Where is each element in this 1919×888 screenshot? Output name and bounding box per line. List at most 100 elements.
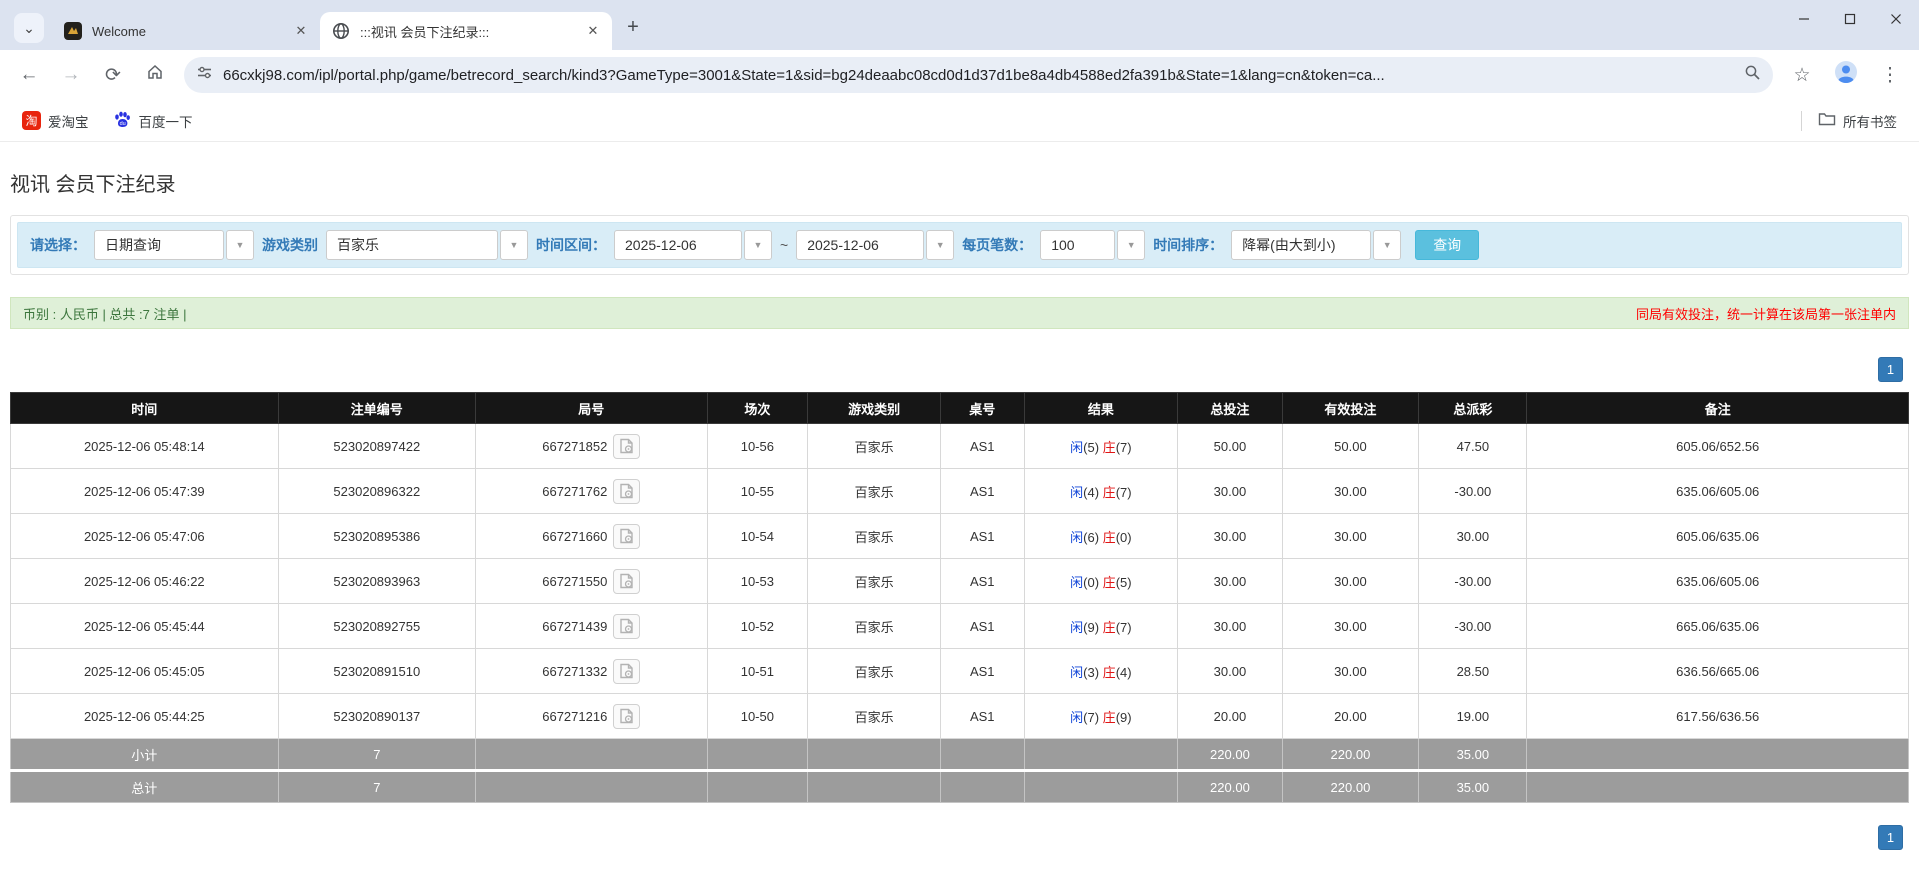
page-1-button[interactable]: 1 [1878, 357, 1903, 382]
date-to-value: 2025-12-06 [796, 230, 925, 260]
tab-welcome[interactable]: Welcome ✕ [52, 12, 320, 50]
bet-number: 523020892755 [277, 603, 477, 649]
tab-betrecord[interactable]: :::视讯 会员下注纪录::: ✕ [320, 12, 612, 50]
url-bar[interactable]: 66cxkj98.com/ipl/portal.php/game/betreco… [184, 57, 1773, 93]
bookmark-taobao[interactable]: 淘 爱淘宝 [14, 107, 97, 135]
round-cell: 667271332 [475, 648, 708, 694]
result-cell: 闲(0) 庄(5) [1023, 558, 1179, 604]
per-page-select[interactable]: 100 ▼ [1040, 230, 1146, 260]
remark: 665.06/635.06 [1526, 603, 1909, 649]
table-number: AS1 [940, 648, 1025, 694]
total-bet-link[interactable]: 30.00 [1177, 558, 1283, 604]
browser-tab-strip: ⌄ Welcome ✕ :::视讯 会员下注纪录::: ✕ + [0, 0, 1919, 50]
profile-avatar[interactable] [1827, 56, 1865, 94]
window-controls [1781, 0, 1919, 38]
round-number: 667271852 [542, 438, 608, 454]
browser-toolbar: ← → ⟳ 66cxkj98.com/ipl/portal.php/game/b… [0, 50, 1919, 100]
footer-total-bet: 220.00 [1177, 738, 1283, 771]
video-replay-button[interactable] [613, 703, 641, 729]
tab-search-chevron-icon[interactable]: ⌄ [14, 13, 44, 43]
game-type: 百家乐 [807, 513, 941, 559]
footer-empty [807, 738, 941, 771]
chevron-down-icon[interactable]: ▼ [1373, 230, 1402, 260]
bet-number: 523020897422 [277, 423, 477, 469]
result-cell: 闲(3) 庄(4) [1023, 648, 1179, 694]
player-result: 闲 [1070, 574, 1084, 590]
footer-empty [940, 738, 1025, 771]
page-content: 视讯 会员下注纪录 请选择： 日期查询 ▼ 游戏类别 百家乐 ▼ 时间区间： 2… [0, 168, 1919, 850]
video-replay-button[interactable] [613, 478, 641, 504]
payout: -30.00 [1418, 603, 1528, 649]
video-replay-icon [620, 573, 634, 589]
total-bet-link[interactable]: 20.00 [1177, 693, 1283, 739]
minimize-icon[interactable] [1781, 0, 1827, 38]
footer-empty [1023, 769, 1179, 803]
video-replay-button[interactable] [613, 523, 641, 549]
banker-result: 庄 [1102, 439, 1116, 455]
window-close-icon[interactable] [1873, 0, 1919, 38]
round-cell: 667271216 [475, 693, 708, 739]
video-replay-button[interactable] [613, 658, 641, 684]
forward-icon[interactable]: → [52, 56, 90, 94]
back-icon[interactable]: ← [10, 56, 48, 94]
session-number: 10-56 [706, 423, 809, 469]
bet-time: 2025-12-06 05:46:22 [10, 558, 279, 604]
footer-valid-bet: 220.00 [1281, 738, 1420, 771]
video-replay-button[interactable] [613, 613, 641, 639]
result-cell: 闲(9) 庄(7) [1023, 603, 1179, 649]
total-bet-link[interactable]: 50.00 [1177, 423, 1283, 469]
session-number: 10-53 [706, 558, 809, 604]
total-bet-link[interactable]: 30.00 [1177, 513, 1283, 559]
site-info-icon[interactable] [196, 64, 213, 86]
footer-empty [940, 769, 1025, 803]
player-result: 闲 [1070, 439, 1084, 455]
round-cell: 667271660 [475, 513, 708, 559]
total-bet-link[interactable]: 30.00 [1177, 603, 1283, 649]
valid-bet: 30.00 [1281, 603, 1420, 649]
video-replay-button[interactable] [613, 568, 641, 594]
chevron-down-icon[interactable]: ▼ [744, 230, 772, 260]
new-tab-button[interactable]: + [618, 12, 648, 42]
table-row: 2025-12-06 05:48:14 523020897422 667271852… [10, 423, 1909, 469]
total-bet-link[interactable]: 30.00 [1177, 468, 1283, 514]
valid-bet: 20.00 [1281, 693, 1420, 739]
valid-bet: 30.00 [1281, 558, 1420, 604]
bet-number: 523020891510 [277, 648, 477, 694]
bookmark-baidu[interactable]: du 百度一下 [105, 106, 201, 136]
video-replay-icon [620, 438, 634, 454]
tab-close-icon[interactable]: ✕ [584, 22, 602, 40]
tab-close-icon[interactable]: ✕ [292, 22, 310, 40]
welcome-favicon-icon [64, 22, 82, 40]
total-bet-link[interactable]: 30.00 [1177, 648, 1283, 694]
search-button[interactable]: 查询 [1415, 230, 1480, 260]
zoom-level-icon[interactable] [1744, 64, 1761, 86]
url-text[interactable]: 66cxkj98.com/ipl/portal.php/game/betreco… [223, 67, 1734, 84]
column-header: 总投注 [1177, 392, 1283, 424]
round-number: 667271216 [542, 708, 608, 724]
all-bookmarks-button[interactable]: 所有书签 [1810, 107, 1905, 135]
column-header: 总派彩 [1418, 392, 1528, 424]
date-from-select[interactable]: 2025-12-06 ▼ [614, 230, 772, 260]
chevron-down-icon[interactable]: ▼ [226, 230, 254, 260]
payout: 19.00 [1418, 693, 1528, 739]
time-sort-select[interactable]: 降幂(由大到小) ▼ [1231, 230, 1402, 260]
query-type-select[interactable]: 日期查询 ▼ [94, 230, 254, 260]
banker-result: 庄 [1102, 619, 1116, 635]
video-replay-button[interactable] [613, 433, 641, 459]
chevron-down-icon[interactable]: ▼ [500, 230, 528, 260]
page-1-button[interactable]: 1 [1878, 825, 1903, 850]
column-header: 游戏类别 [807, 392, 941, 424]
home-icon[interactable] [136, 56, 174, 94]
game-type: 百家乐 [807, 558, 941, 604]
chrome-menu-icon[interactable]: ⋮ [1871, 56, 1909, 94]
chevron-down-icon[interactable]: ▼ [926, 230, 955, 260]
round-cell: 667271852 [475, 423, 708, 469]
valid-bet: 30.00 [1281, 513, 1420, 559]
reload-icon[interactable]: ⟳ [94, 56, 132, 94]
bookmark-star-icon[interactable]: ☆ [1783, 56, 1821, 94]
date-to-select[interactable]: 2025-12-06 ▼ [796, 230, 955, 260]
game-category-select[interactable]: 百家乐 ▼ [326, 230, 528, 260]
chevron-down-icon[interactable]: ▼ [1117, 230, 1146, 260]
footer-total-bet: 220.00 [1177, 769, 1283, 803]
maximize-icon[interactable] [1827, 0, 1873, 38]
